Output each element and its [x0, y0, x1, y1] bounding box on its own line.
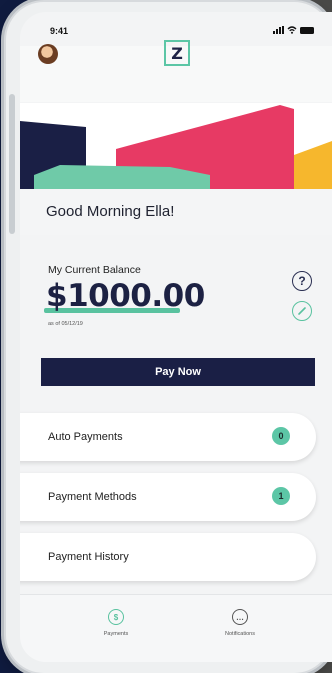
dollar-symbol: $ [113, 612, 119, 622]
balance-date: as of 05/12/19 [48, 321, 83, 327]
menu-item-label: Payment Methods [48, 491, 137, 503]
tab-payments[interactable]: $ Payments [76, 609, 156, 637]
logo-letter: Z [171, 43, 183, 63]
balance-card: My Current Balance $1000.00 as of 05/12/… [20, 235, 332, 395]
signal-icon [273, 26, 284, 34]
help-symbol: ? [298, 274, 306, 288]
pay-now-button[interactable]: Pay Now [41, 358, 315, 386]
phone-side-button [9, 94, 15, 234]
tab-notifications[interactable]: … Notifications [200, 609, 280, 637]
avatar[interactable] [38, 44, 58, 64]
menu-item-label: Payment History [48, 551, 129, 563]
menu-item-payment-history[interactable]: Payment History [20, 533, 316, 581]
greeting-text: Good Morning Ella! [46, 203, 175, 220]
banner-graphic [20, 105, 332, 189]
menu-item-auto-payments[interactable]: Auto Payments 0 [20, 413, 316, 461]
count-badge: 0 [272, 427, 290, 445]
balance-amount: $1000.00 [46, 278, 205, 314]
app-header: Z [20, 40, 332, 102]
tab-label: Notifications [225, 631, 255, 637]
app-logo: Z [164, 40, 190, 66]
wifi-icon [287, 26, 297, 34]
count-badge: 1 [272, 487, 290, 505]
greeting-section: Good Morning Ella! [20, 189, 332, 235]
hero-banner [20, 103, 332, 189]
chat-symbol: … [236, 612, 244, 622]
status-time: 9:41 [50, 26, 69, 36]
status-indicators [273, 26, 314, 34]
battery-icon [300, 26, 314, 34]
pencil-icon [298, 307, 306, 315]
balance-label: My Current Balance [48, 264, 141, 276]
bottom-tab-bar: $ Payments … Notifications [20, 594, 332, 662]
menu-item-payment-methods[interactable]: Payment Methods 1 [20, 473, 316, 521]
dollar-icon: $ [108, 609, 124, 625]
help-icon[interactable]: ? [292, 271, 312, 291]
menu-item-label: Auto Payments [48, 431, 123, 443]
chat-bubble-icon: … [232, 609, 248, 625]
app-screen: 9:41 Z Good Morning Ella! My Current Bal… [20, 12, 332, 662]
edit-pencil-icon[interactable] [292, 301, 312, 321]
tab-label: Payments [103, 631, 129, 637]
